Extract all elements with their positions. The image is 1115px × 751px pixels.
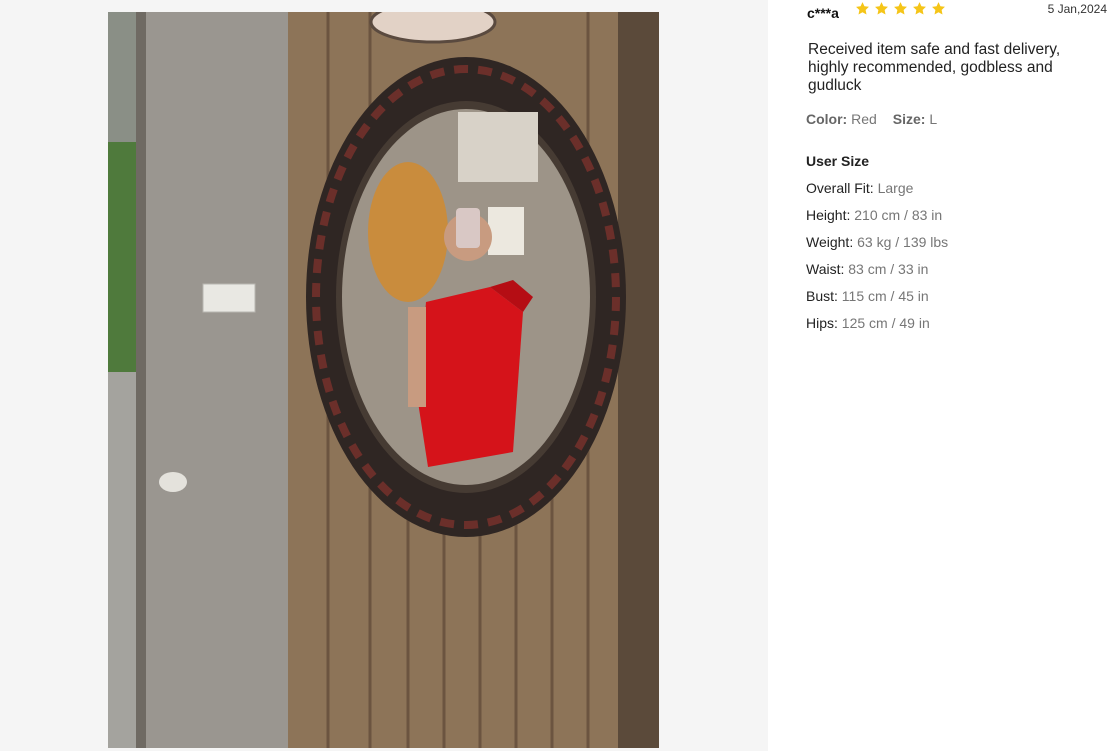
purchase-attributes: Color: Red Size: L xyxy=(806,111,937,127)
size-item-value: 83 cm / 33 in xyxy=(848,261,929,277)
size-item-label: Overall Fit: xyxy=(806,180,874,196)
star-icon xyxy=(875,2,888,15)
size-item-value: Large xyxy=(877,180,914,196)
list-item: Weight: 63 kg / 139 lbs xyxy=(806,234,948,261)
size-item-value: 210 cm / 83 in xyxy=(854,207,943,223)
user-size-title: User Size xyxy=(806,153,870,169)
list-item: Height: 210 cm / 83 in xyxy=(806,207,948,234)
size-item-value: 115 cm / 45 in xyxy=(841,288,929,304)
review-date: 5 Jan,2024 xyxy=(1047,2,1107,16)
list-item: Bust: 115 cm / 45 in xyxy=(806,288,948,315)
size-item-label: Hips: xyxy=(806,315,838,331)
color-label: Color: xyxy=(806,111,848,127)
size-item-value: 63 kg / 139 lbs xyxy=(857,234,949,250)
color-attribute: Color: Red xyxy=(806,111,877,127)
list-item: Overall Fit: Large xyxy=(806,180,948,207)
color-value: Red xyxy=(851,111,877,127)
list-item: Hips: 125 cm / 49 in xyxy=(806,315,948,342)
star-icon xyxy=(894,2,907,15)
review-details: c***a 5 Jan,2024 Received item safe and … xyxy=(768,0,1115,751)
star-icon xyxy=(913,2,926,15)
reviewer-name: c***a xyxy=(807,5,839,21)
photo-viewer xyxy=(0,0,768,751)
star-rating xyxy=(855,1,946,16)
size-item-label: Bust: xyxy=(806,288,838,304)
size-item-value: 125 cm / 49 in xyxy=(841,315,930,331)
size-item-label: Height: xyxy=(806,207,851,223)
size-label: Size: xyxy=(892,111,926,127)
star-icon xyxy=(856,2,869,15)
star-icon xyxy=(932,2,945,15)
size-value: L xyxy=(929,111,938,127)
user-size-list: Overall Fit: Large Height: 210 cm / 83 i… xyxy=(806,180,948,342)
review-photo[interactable] xyxy=(108,12,659,748)
size-item-label: Weight: xyxy=(806,234,854,250)
review-photo-image xyxy=(108,12,659,748)
size-item-label: Waist: xyxy=(806,261,845,277)
size-attribute: Size: L xyxy=(893,111,937,127)
list-item: Waist: 83 cm / 33 in xyxy=(806,261,948,288)
review-text: Received item safe and fast delivery, hi… xyxy=(808,41,1061,94)
